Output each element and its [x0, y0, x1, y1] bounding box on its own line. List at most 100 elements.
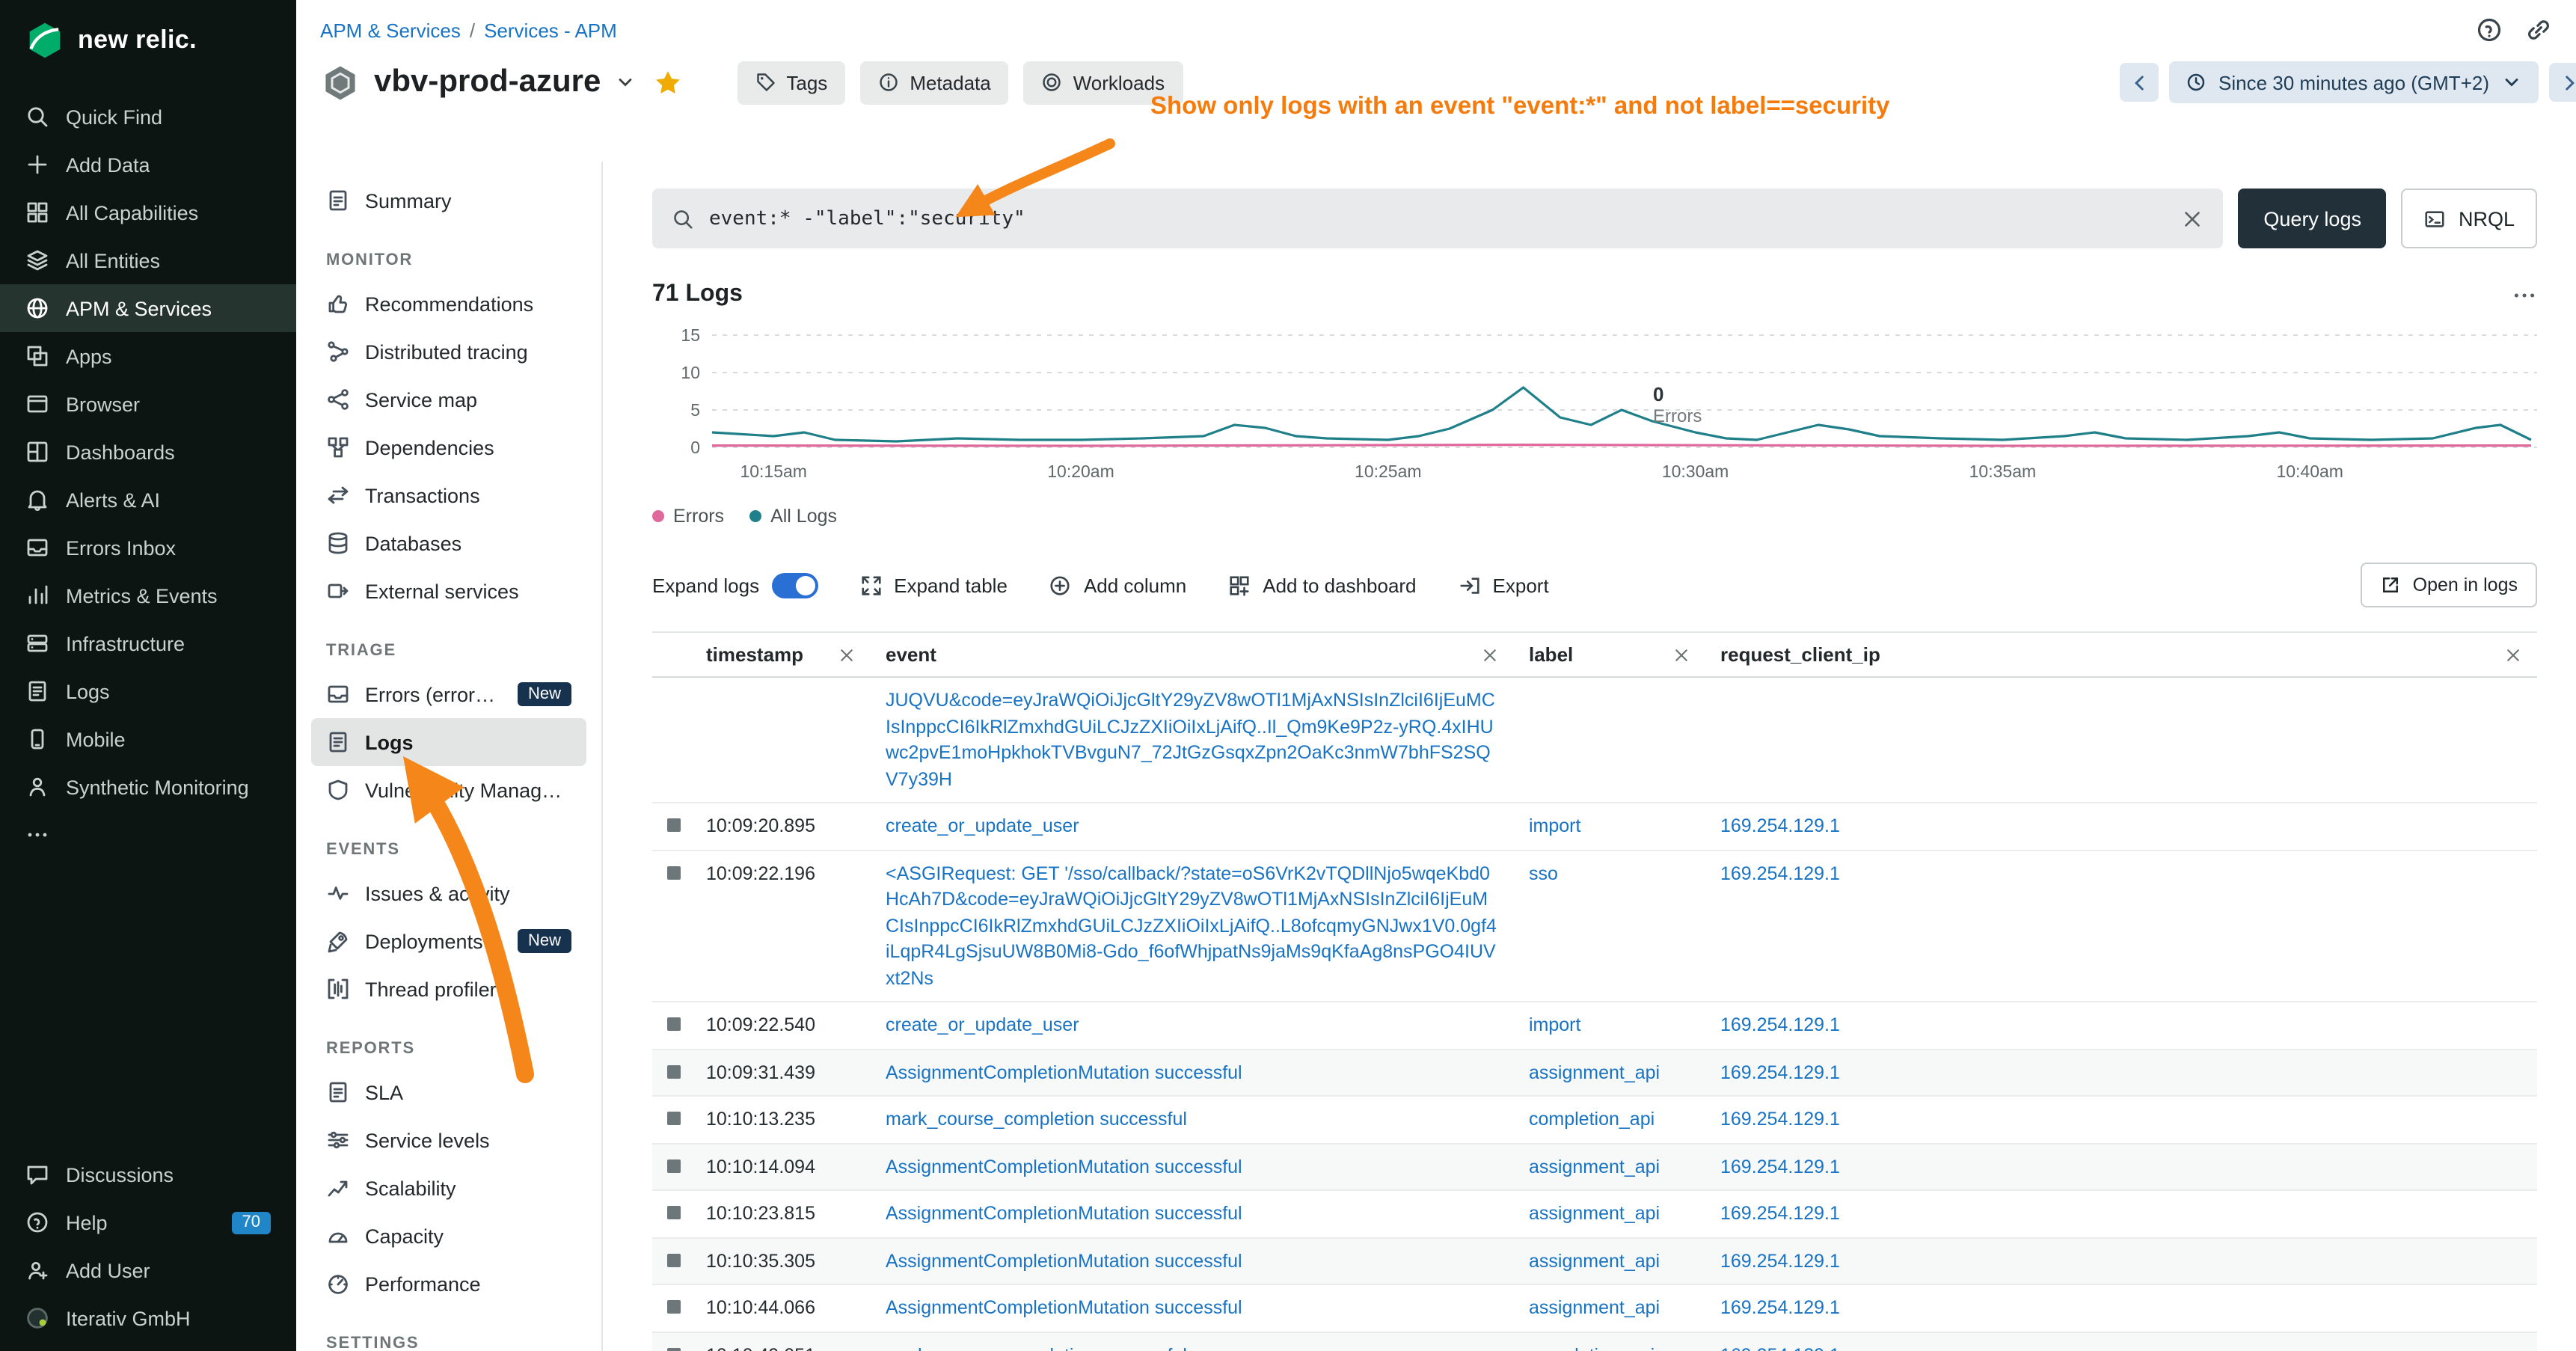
export-button[interactable]: Export — [1459, 574, 1549, 596]
log-row[interactable]: 10:09:22.196<ASGIRequest: GET '/sso/call… — [652, 851, 2537, 1002]
entity-dropdown-chevron-icon[interactable] — [614, 72, 635, 93]
log-row[interactable]: JUQVU&code=eyJraWQiOiJjcGltY29yZV8wOTl1M… — [652, 678, 2537, 803]
clear-query-icon[interactable] — [2181, 207, 2204, 230]
log-event-link[interactable]: create_or_update_user — [871, 1013, 1514, 1039]
subnav-item-external-services[interactable]: External services — [311, 567, 586, 615]
subnav-item-capacity[interactable]: Capacity — [311, 1212, 586, 1260]
subnav-item-deployments[interactable]: DeploymentsNew — [311, 917, 586, 965]
log-client-ip-link[interactable]: 169.254.129.1 — [1705, 1013, 2537, 1039]
sidebar-item-apm-services[interactable]: APM & Services — [0, 284, 296, 332]
log-client-ip-link[interactable]: 169.254.129.1 — [1705, 1343, 2537, 1351]
metadata-chip-button[interactable]: Metadata — [860, 61, 1008, 104]
query-logs-button[interactable]: Query logs — [2238, 189, 2387, 248]
log-row[interactable]: 10:10:14.094AssignmentCompletionMutation… — [652, 1144, 2537, 1191]
log-event-link[interactable]: mark_course_completion successful — [871, 1343, 1514, 1351]
log-event-link[interactable]: JUQVU&code=eyJraWQiOiJjcGltY29yZV8wOTl1M… — [871, 688, 1514, 793]
legend-item-errors[interactable]: Errors — [652, 506, 724, 527]
log-event-link[interactable]: AssignmentCompletionMutation successful — [871, 1296, 1514, 1322]
sidebar-item-infrastructure[interactable]: Infrastructure — [0, 619, 296, 667]
log-row[interactable]: 10:10:13.235mark_course_completion succe… — [652, 1097, 2537, 1144]
row-expander[interactable] — [652, 688, 691, 693]
remove-column-icon[interactable] — [1672, 646, 1690, 664]
sidebar-item-browser[interactable]: Browser — [0, 380, 296, 428]
log-label-link[interactable]: import — [1514, 1013, 1705, 1039]
log-event-link[interactable]: AssignmentCompletionMutation successful — [871, 1060, 1514, 1086]
subnav-item-scalability[interactable]: Scalability — [311, 1164, 586, 1212]
sidebar-item-apps[interactable]: Apps — [0, 332, 296, 380]
row-expander[interactable] — [652, 1249, 691, 1266]
log-event-link[interactable]: AssignmentCompletionMutation successful — [871, 1201, 1514, 1228]
row-expander[interactable] — [652, 1343, 691, 1351]
log-row[interactable]: 10:10:49.051mark_course_completion succe… — [652, 1332, 2537, 1351]
row-expander[interactable] — [652, 1201, 691, 1219]
log-query-input[interactable]: event:* -"label":"security" — [652, 189, 2223, 248]
row-expander[interactable] — [652, 814, 691, 832]
expand-table-button[interactable]: Expand table — [859, 574, 1008, 596]
sidebar-item-iterativ-gmbh[interactable]: Iterativ GmbH — [0, 1294, 296, 1342]
subnav-item-thread-profiler[interactable]: Thread profiler — [311, 965, 586, 1013]
sidebar-item-help[interactable]: Help70 — [0, 1198, 296, 1246]
row-expander[interactable] — [652, 1296, 691, 1314]
sidebar-item-quick-find[interactable]: Quick Find — [0, 93, 296, 141]
log-client-ip-link[interactable]: 169.254.129.1 — [1705, 1249, 2537, 1275]
remove-column-icon[interactable] — [1481, 646, 1499, 664]
sidebar-item-all-capabilities[interactable]: All Capabilities — [0, 189, 296, 236]
add-column-button[interactable]: Add column — [1049, 574, 1186, 596]
row-expander[interactable] — [652, 1060, 691, 1078]
sidebar-item-more[interactable] — [0, 811, 296, 859]
row-expander[interactable] — [652, 1107, 691, 1125]
tags-chip-button[interactable]: Tags — [737, 61, 845, 104]
subnav-item-databases[interactable]: Databases — [311, 519, 586, 567]
log-row[interactable]: 10:10:23.815AssignmentCompletionMutation… — [652, 1191, 2537, 1238]
subnav-item-service-levels[interactable]: Service levels — [311, 1116, 586, 1164]
remove-column-icon[interactable] — [838, 646, 856, 664]
subnav-item-performance[interactable]: Performance — [311, 1260, 586, 1308]
log-event-link[interactable]: AssignmentCompletionMutation successful — [871, 1249, 1514, 1275]
sidebar-item-alerts-ai[interactable]: Alerts & AI — [0, 476, 296, 524]
log-label-link[interactable]: assignment_api — [1514, 1296, 1705, 1322]
log-row[interactable]: 10:10:35.305AssignmentCompletionMutation… — [652, 1238, 2537, 1285]
row-expander[interactable] — [652, 1154, 691, 1172]
sidebar-item-discussions[interactable]: Discussions — [0, 1151, 296, 1198]
log-label-link[interactable]: completion_api — [1514, 1343, 1705, 1351]
sidebar-item-all-entities[interactable]: All Entities — [0, 236, 296, 284]
subnav-item-distributed-tracing[interactable]: Distributed tracing — [311, 328, 586, 376]
subnav-item-service-map[interactable]: Service map — [311, 376, 586, 423]
sidebar-item-mobile[interactable]: Mobile — [0, 715, 296, 763]
log-client-ip-link[interactable]: 169.254.129.1 — [1705, 814, 2537, 840]
add-to-dashboard-button[interactable]: Add to dashboard — [1228, 574, 1416, 596]
breadcrumb-link-apm-services[interactable]: APM & Services — [320, 19, 461, 41]
subnav-item-issues-activity[interactable]: Issues & activity — [311, 869, 586, 917]
log-label-link[interactable]: assignment_api — [1514, 1201, 1705, 1228]
subnav-item-summary[interactable]: Summary — [311, 177, 586, 224]
chart-options-dots-icon[interactable] — [2512, 282, 2537, 307]
log-label-link[interactable]: import — [1514, 814, 1705, 840]
row-expander[interactable] — [652, 861, 691, 879]
subnav-item-sla[interactable]: SLA — [311, 1068, 586, 1116]
log-label-link[interactable]: sso — [1514, 861, 1705, 887]
legend-item-all-logs[interactable]: All Logs — [749, 506, 837, 527]
remove-column-icon[interactable] — [2504, 646, 2522, 664]
log-client-ip-link[interactable]: 169.254.129.1 — [1705, 1107, 2537, 1133]
log-event-link[interactable]: <ASGIRequest: GET '/sso/callback/?state=… — [871, 861, 1514, 992]
log-event-link[interactable]: create_or_update_user — [871, 814, 1514, 840]
expand-logs-toggle[interactable] — [771, 572, 818, 598]
subnav-item-errors-errors-inb[interactable]: Errors (errors inb...New — [311, 670, 586, 718]
sidebar-item-add-data[interactable]: Add Data — [0, 141, 296, 189]
entity-name[interactable]: vbv-prod-azure — [374, 64, 601, 100]
permalink-icon[interactable] — [2525, 16, 2552, 43]
log-client-ip-link[interactable]: 169.254.129.1 — [1705, 1060, 2537, 1086]
help-circle-icon[interactable] — [2476, 16, 2503, 43]
log-row[interactable]: 10:10:44.066AssignmentCompletionMutation… — [652, 1285, 2537, 1332]
log-label-link[interactable]: assignment_api — [1514, 1249, 1705, 1275]
time-picker[interactable]: Since 30 minutes ago (GMT+2) — [2169, 61, 2539, 103]
sidebar-item-add-user[interactable]: Add User — [0, 1246, 296, 1294]
open-in-logs-button[interactable]: Open in logs — [2361, 563, 2537, 607]
subnav-item-logs[interactable]: Logs — [311, 718, 586, 766]
sidebar-item-dashboards[interactable]: Dashboards — [0, 428, 296, 476]
new-relic-logo[interactable]: new relic. — [0, 0, 296, 81]
log-event-link[interactable]: AssignmentCompletionMutation successful — [871, 1154, 1514, 1180]
breadcrumb-link-services-apm[interactable]: Services - APM — [484, 19, 617, 41]
log-row[interactable]: 10:09:31.439AssignmentCompletionMutation… — [652, 1050, 2537, 1097]
time-forward-chevron-icon[interactable] — [2549, 63, 2576, 102]
